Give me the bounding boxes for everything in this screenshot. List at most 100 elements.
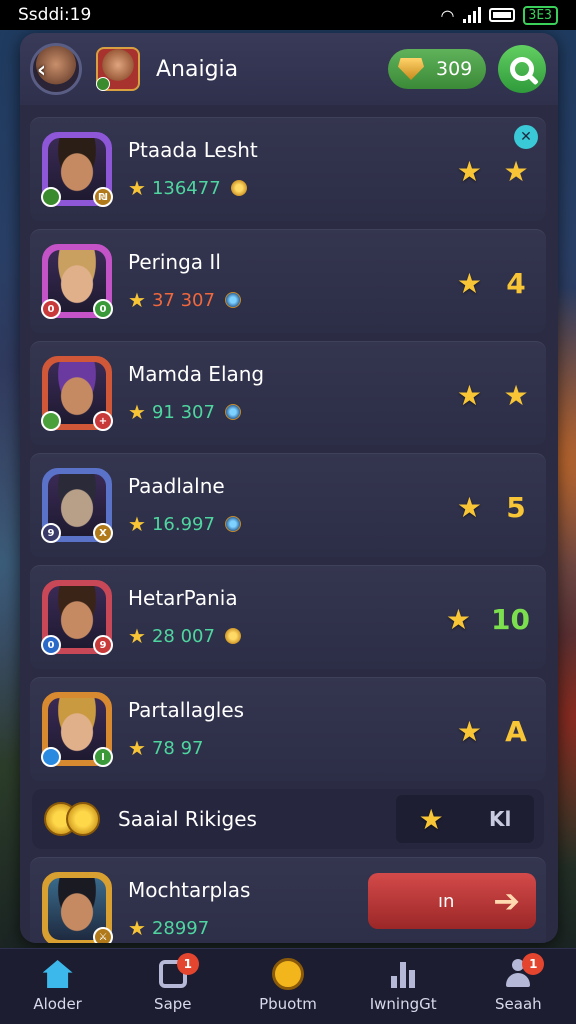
avatar-badge-icon — [96, 77, 110, 91]
player-rank-value: A — [505, 715, 527, 748]
player-avatar: I — [41, 692, 113, 767]
leaderboard-panel: ‹ Anaigia 309 ₪ Ptaada Lesht ★ 136477 ★ … — [20, 33, 558, 943]
player-row[interactable]: 0 9 HetarPania ★ 28 007 ★ 10 — [30, 565, 546, 669]
nav-item[interactable]: Aloder — [3, 957, 113, 1013]
player-row[interactable]: I Partallagles ★ 78 97 ★ A — [30, 677, 546, 781]
player-avatar: 0 0 — [41, 244, 113, 319]
player-avatar: 9 X — [41, 468, 113, 543]
player-score-line: ★ 136477 — [128, 176, 258, 200]
player-avatar: ₪ — [41, 132, 113, 207]
gem-icon — [224, 292, 241, 308]
player-info: Mamda Elang ★ 91 307 — [128, 362, 264, 424]
player-info: Paadlalne ★ 16.997 — [128, 474, 241, 536]
nav-item[interactable]: 1 Seaah — [463, 953, 573, 1013]
nav-icon-wrap — [40, 957, 76, 991]
notification-badge: 1 — [176, 953, 199, 975]
back-arrow-icon: ‹ — [37, 58, 47, 83]
star-icon: ★ — [445, 603, 472, 636]
signal-icon — [462, 7, 481, 23]
page-title: Anaigia — [156, 56, 239, 82]
profile-avatar[interactable] — [96, 47, 140, 91]
nav-icon-wrap — [270, 957, 306, 991]
social-label: Saaial Rikiges — [118, 807, 257, 831]
player-name: Mochtarplas — [128, 878, 251, 902]
player-info: Peringa Ӏl ★ 37 307 — [128, 250, 241, 312]
player-rank-value: ★ — [503, 379, 529, 412]
current-player-row[interactable]: ⚔ Mochtarplas ★ 28997 ın ➔ — [30, 857, 546, 943]
coin-icon — [398, 58, 424, 80]
player-name: Partallagles — [128, 698, 245, 722]
level-badge-icon: 0 — [41, 299, 61, 319]
bottom-navigation: Aloder 1 Sape Pbuotm IwningGt 1 Seaah — [0, 948, 576, 1024]
player-rank-value: 4 — [506, 267, 526, 300]
player-info: Mochtarplas ★ 28997 — [128, 878, 250, 940]
player-rating: ★ ★ — [457, 379, 530, 412]
panel-header: ‹ Anaigia 309 — [20, 33, 558, 105]
player-rating: ★ 5 — [457, 491, 530, 524]
player-score-line: ★ 16.997 — [128, 512, 241, 536]
nav-item[interactable]: 1 Sape — [118, 953, 228, 1013]
rank-badge-icon: X — [93, 523, 113, 543]
player-score: 136477 — [151, 177, 221, 199]
player-name: Peringa Ӏl — [128, 250, 221, 274]
player-score-line: ★ 91 307 — [128, 400, 264, 424]
social-aux-text[interactable]: Kl — [489, 807, 511, 831]
search-button[interactable] — [498, 45, 546, 93]
nav-icon-wrap: 1 — [500, 953, 545, 991]
status-icons: ◠ ЗЕЗ — [441, 5, 558, 25]
level-badge-icon — [41, 411, 61, 431]
battery-icon — [488, 8, 515, 22]
leaderboard-icon — [391, 960, 416, 988]
go-button-label: ın — [438, 890, 455, 912]
player-score: 37 307 — [151, 289, 215, 311]
nav-label: IwningGt — [369, 995, 437, 1013]
rank-badge-icon: + — [93, 411, 113, 431]
coin-balance-button[interactable]: 309 — [388, 49, 486, 89]
player-avatar: ⚔ — [42, 872, 113, 943]
star-icon: ★ — [128, 736, 146, 760]
player-info: Ptaada Lesht ★ 136477 — [128, 138, 258, 200]
player-name: Mamda Elang — [128, 362, 265, 386]
player-rating: ★ 4 — [457, 267, 530, 300]
level-badge-icon — [41, 187, 61, 207]
nav-icon-wrap: 1 — [155, 953, 199, 991]
nav-item[interactable]: Pbuotm — [233, 957, 343, 1013]
gem-icon — [224, 404, 241, 420]
player-info: Partallagles ★ 78 97 — [128, 698, 244, 760]
player-row[interactable]: 9 X Paadlalne ★ 16.997 ★ 5 — [30, 453, 546, 557]
star-icon: ★ — [456, 267, 482, 300]
player-row[interactable]: ₪ Ptaada Lesht ★ 136477 ★ ★ ✕ — [30, 117, 546, 221]
nav-item[interactable]: IwningGt — [348, 957, 458, 1013]
player-name: Ptaada Lesht — [128, 138, 258, 162]
social-rankings-row[interactable]: Saaial Rikiges ★ Kl — [32, 789, 544, 849]
star-icon: ★ — [456, 155, 482, 188]
star-icon[interactable]: ★ — [419, 803, 444, 836]
player-name: HetarPania — [128, 586, 238, 610]
player-avatar: + — [41, 356, 113, 431]
star-icon: ★ — [128, 400, 146, 424]
player-row[interactable]: 0 0 Peringa Ӏl ★ 37 307 ★ 4 — [30, 229, 546, 333]
player-rating: ★ 10 — [446, 603, 530, 636]
level-badge-icon: 0 — [41, 635, 61, 655]
arrow-right-icon: ➔ — [493, 882, 520, 920]
star-icon: ★ — [456, 491, 482, 524]
player-score-line: ★ 28 007 — [128, 624, 241, 648]
player-score-line: ★ 28997 — [128, 916, 250, 940]
rank-badge-icon: ⚔ — [93, 927, 113, 943]
social-actions: ★ Kl — [396, 795, 534, 843]
level-badge-icon: 9 — [41, 523, 61, 543]
battery-label: ЗЕЗ — [522, 5, 558, 25]
search-icon — [510, 57, 534, 81]
go-button[interactable]: ın ➔ — [368, 873, 536, 929]
status-bar: Ssddi:19 ◠ ЗЕЗ — [0, 0, 576, 30]
player-row[interactable]: + Mamda Elang ★ 91 307 ★ ★ — [30, 341, 546, 445]
star-icon: ★ — [128, 512, 146, 536]
back-button[interactable]: ‹ — [30, 43, 82, 95]
crossed-swords-icon[interactable]: ✕ — [514, 125, 538, 149]
player-score: 78 97 — [151, 737, 204, 759]
player-list: ₪ Ptaada Lesht ★ 136477 ★ ★ ✕ 0 0 Pering… — [30, 117, 548, 943]
player-score: 16.997 — [151, 513, 215, 535]
star-icon: ★ — [128, 916, 146, 940]
rank-badge-icon: 9 — [93, 635, 113, 655]
star-icon: ★ — [128, 288, 146, 312]
